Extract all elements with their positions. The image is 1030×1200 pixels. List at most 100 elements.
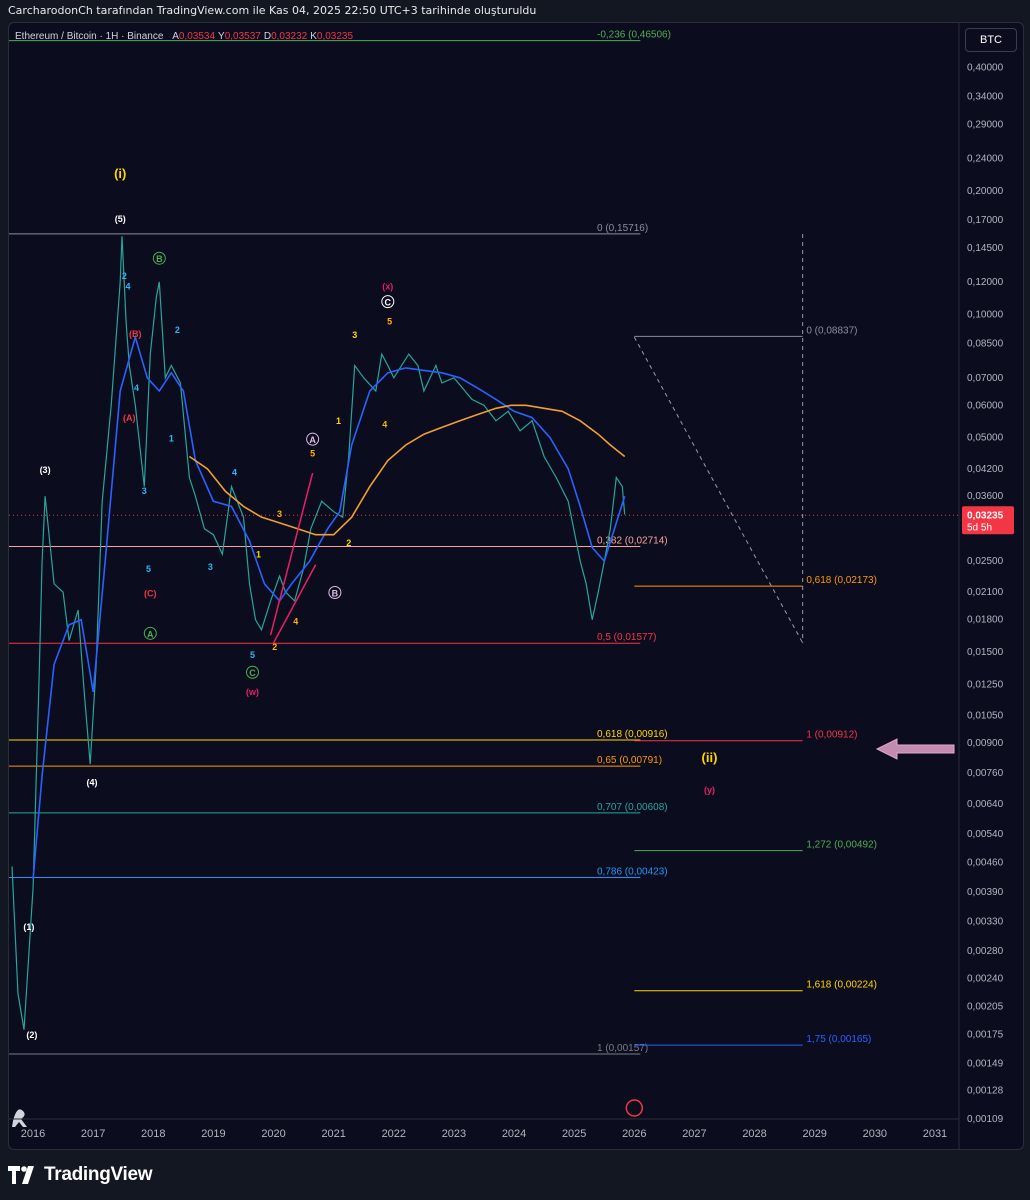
ohlc-key: D [263, 31, 272, 42]
ohlc-values: A0,03534 Y0,03537 D0,03232 K0,03235 [172, 31, 356, 42]
wave-label: 4 [382, 419, 387, 429]
time-tick: 2021 [321, 1128, 345, 1140]
wave-label: 3 [142, 486, 147, 496]
fib-levels: -0,236 (0,46506)0 (0,15716)0,382 (0,0271… [9, 30, 959, 1055]
time-tick: 2020 [261, 1128, 285, 1140]
wave-label: 1 [256, 550, 261, 560]
time-tick: 2025 [562, 1128, 586, 1140]
ohlc-key: A [172, 31, 179, 42]
price-tick: 0,06000 [967, 400, 1004, 411]
tradingview-logo-icon [8, 1166, 34, 1184]
time-tick: 2018 [141, 1128, 165, 1140]
fib-level-label: 0 (0,15716) [597, 223, 648, 234]
price-tick: 0,00205 [967, 1002, 1004, 1013]
wave-label: (x) [382, 281, 393, 291]
fib-level-label: 0,786 (0,00423) [597, 867, 668, 878]
price-tick: 0,00280 [967, 946, 1004, 957]
price-axis: 0,480000,400000,340000,290000,240000,200… [958, 23, 1014, 1149]
fib-level-label: -0,236 (0,46506) [597, 30, 671, 41]
wave-label: (C) [144, 589, 157, 599]
price-tick: 0,00390 [967, 887, 1004, 898]
ohlc-value: 0,03232 [271, 31, 308, 42]
alert-icon [625, 1099, 644, 1117]
fib-level-label: 1,272 (0,00492) [806, 840, 877, 851]
wave-label: 2 [175, 325, 180, 335]
time-tick: 2022 [382, 1128, 406, 1140]
ohlc-key: K [310, 31, 317, 42]
fib-level-label: 1,75 (0,00165) [806, 1034, 871, 1045]
wave-label: B [156, 254, 163, 264]
wave-label: (y) [704, 785, 715, 795]
time-tick: 2028 [742, 1128, 766, 1140]
wave-label: 3 [208, 562, 213, 572]
price-tick: 0,02100 [967, 587, 1004, 598]
wave-label: (A) [123, 413, 136, 423]
footer-brand: TradingView [44, 1164, 153, 1185]
fib-level-label: 0,618 (0,00916) [597, 729, 668, 740]
wave-label: A [309, 435, 316, 445]
price-tick: 0,17000 [967, 215, 1004, 226]
wave-label: (i) [114, 166, 126, 181]
time-tick: 2024 [502, 1128, 526, 1140]
price-tick: 0,34000 [967, 91, 1004, 102]
wave-label: B [332, 589, 339, 599]
ohlc-value: 0,03235 [316, 31, 354, 42]
wave-label: (1) [23, 922, 34, 932]
wave-label: 4 [134, 383, 139, 393]
wave-label: (3) [40, 465, 51, 475]
price-tick: 0,01800 [967, 615, 1004, 626]
price-tick: 0,05000 [967, 433, 1004, 444]
wave-label: (B) [129, 329, 142, 339]
price-tick: 0,01500 [967, 647, 1004, 658]
wave-label: 5 [387, 316, 392, 326]
wave-label: 5 [310, 449, 315, 459]
fib-level-label: 1,618 (0,00224) [806, 980, 877, 991]
fib-level-label: 1 (0,00912) [806, 730, 857, 741]
wave-label: A [147, 629, 154, 639]
series-line [188, 404, 626, 536]
wave-label: (ii) [702, 750, 718, 765]
price-tick: 0,01050 [967, 711, 1004, 722]
wave-label: (w) [246, 687, 259, 697]
symbol-label: Ethereum / Bitcoin · 1H · Binance [15, 31, 164, 42]
ohlc-value: 0,03537 [224, 31, 261, 42]
price-tick: 0,04200 [967, 464, 1004, 475]
price-tick: 0,10000 [967, 309, 1004, 320]
price-tick: 0,29000 [967, 120, 1004, 131]
wave-label: 5 [146, 564, 151, 574]
wave-label: 1 [169, 433, 174, 443]
wave-label: 5 [250, 650, 255, 660]
price-tick: 0,24000 [967, 153, 1004, 164]
fib-level-label: 0,618 (0,02173) [806, 575, 877, 586]
price-chart[interactable]: -0,236 (0,46506)0 (0,15716)0,382 (0,0271… [9, 23, 1023, 1149]
price-badge-countdown: 5d 5h [967, 522, 992, 533]
time-tick: 2016 [21, 1128, 45, 1140]
wave-label: 4 [232, 467, 237, 477]
price-tick: 0,00640 [967, 799, 1004, 810]
wave-label: 4 [293, 617, 298, 627]
wave-label: 2 [122, 271, 127, 281]
price-tick: 0,00149 [967, 1058, 1004, 1069]
price-tick: 0,08500 [967, 338, 1004, 349]
time-tick: 2031 [923, 1128, 947, 1140]
price-tick: 0,03600 [967, 491, 1004, 502]
time-tick: 2030 [863, 1128, 887, 1140]
fib-level-label: 0 (0,08837) [806, 325, 857, 336]
price-tick: 0,07000 [967, 373, 1004, 384]
footer: TradingView [8, 1160, 153, 1190]
target-arrow-icon [875, 738, 955, 760]
wave-label: 4 [126, 281, 131, 291]
time-tick: 2023 [442, 1128, 466, 1140]
time-axis: 2016 2017 2018 2019 2020 2021 2022 2023 2024 2025… [9, 1118, 959, 1140]
time-tick: 2017 [81, 1128, 105, 1140]
wave-label: 3 [352, 330, 357, 340]
projection-line [633, 336, 804, 644]
price-tick: 0,12000 [967, 277, 1004, 288]
wave-label: (5) [115, 214, 126, 224]
price-tick: 0,00109 [967, 1114, 1004, 1125]
fib-level-label: 0,65 (0,00791) [597, 755, 662, 766]
currency-button[interactable]: BTC [965, 28, 1017, 52]
price-tick: 0,00330 [967, 917, 1004, 928]
chart-frame[interactable]: -0,236 (0,46506) 0 (0,15716) 0,382 (0,0271… [8, 22, 1024, 1150]
replay-icon [12, 1109, 27, 1127]
